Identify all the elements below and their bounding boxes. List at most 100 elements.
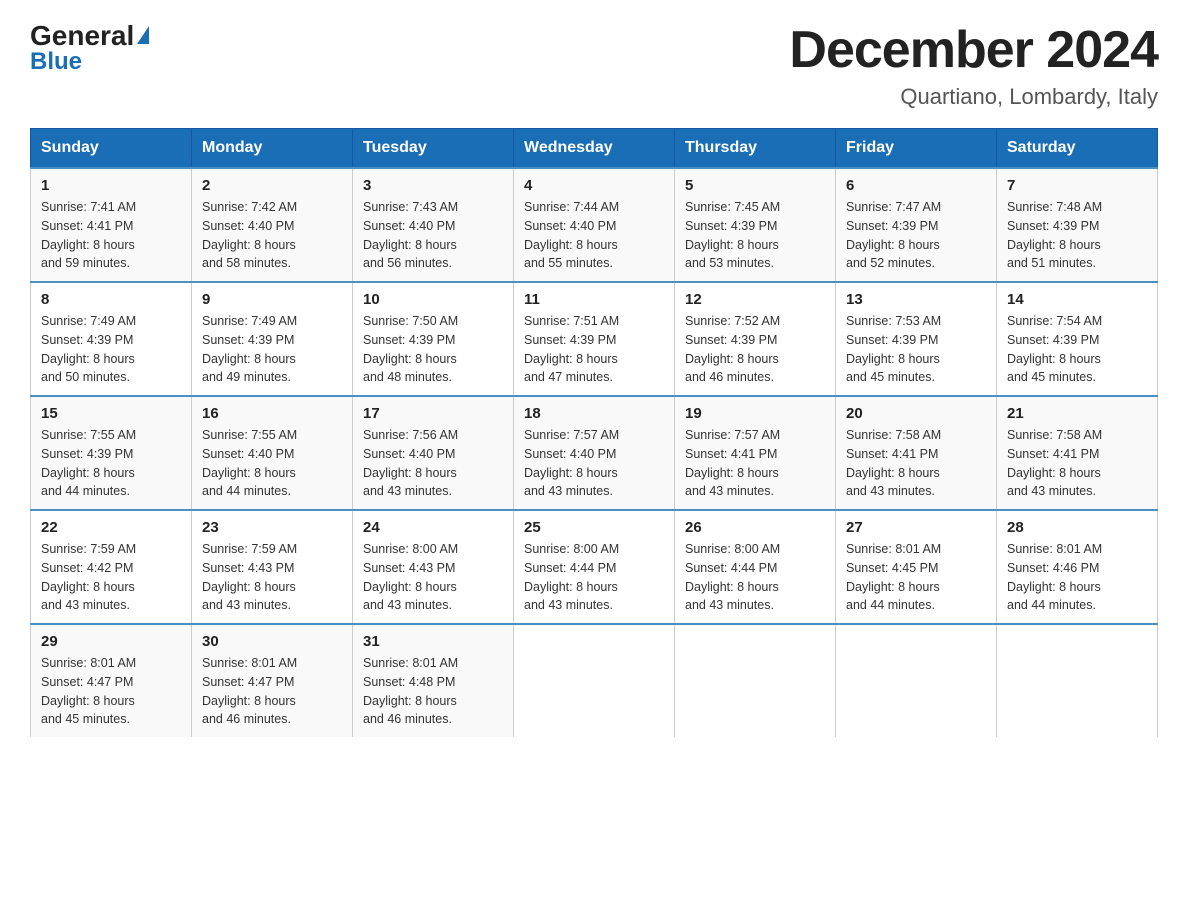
day-info: Sunrise: 8:01 AM Sunset: 4:45 PM Dayligh… [846, 540, 986, 615]
day-cell: 3 Sunrise: 7:43 AM Sunset: 4:40 PM Dayli… [353, 168, 514, 282]
day-number: 11 [524, 291, 664, 308]
day-number: 2 [202, 177, 342, 194]
day-header-sunday: Sunday [31, 129, 192, 169]
day-cell: 27 Sunrise: 8:01 AM Sunset: 4:45 PM Dayl… [836, 510, 997, 624]
day-cell [836, 624, 997, 737]
day-info: Sunrise: 7:41 AM Sunset: 4:41 PM Dayligh… [41, 198, 181, 273]
day-info: Sunrise: 7:59 AM Sunset: 4:43 PM Dayligh… [202, 540, 342, 615]
day-info: Sunrise: 7:48 AM Sunset: 4:39 PM Dayligh… [1007, 198, 1147, 273]
week-row-1: 1 Sunrise: 7:41 AM Sunset: 4:41 PM Dayli… [31, 168, 1158, 282]
day-number: 15 [41, 405, 181, 422]
logo-blue: Blue [30, 48, 82, 76]
day-info: Sunrise: 7:57 AM Sunset: 4:41 PM Dayligh… [685, 426, 825, 501]
day-number: 21 [1007, 405, 1147, 422]
day-number: 3 [363, 177, 503, 194]
days-of-week-row: SundayMondayTuesdayWednesdayThursdayFrid… [31, 129, 1158, 169]
day-info: Sunrise: 8:01 AM Sunset: 4:46 PM Dayligh… [1007, 540, 1147, 615]
day-info: Sunrise: 7:56 AM Sunset: 4:40 PM Dayligh… [363, 426, 503, 501]
day-header-tuesday: Tuesday [353, 129, 514, 169]
day-info: Sunrise: 7:53 AM Sunset: 4:39 PM Dayligh… [846, 312, 986, 387]
day-number: 1 [41, 177, 181, 194]
day-info: Sunrise: 7:55 AM Sunset: 4:39 PM Dayligh… [41, 426, 181, 501]
page-header: General Blue December 2024 Quartiano, Lo… [30, 20, 1158, 110]
day-number: 31 [363, 633, 503, 650]
calendar-title: December 2024 [789, 20, 1158, 80]
day-number: 4 [524, 177, 664, 194]
day-number: 20 [846, 405, 986, 422]
day-cell: 19 Sunrise: 7:57 AM Sunset: 4:41 PM Dayl… [675, 396, 836, 510]
day-number: 30 [202, 633, 342, 650]
day-cell: 21 Sunrise: 7:58 AM Sunset: 4:41 PM Dayl… [997, 396, 1158, 510]
day-number: 23 [202, 519, 342, 536]
day-number: 26 [685, 519, 825, 536]
day-cell: 15 Sunrise: 7:55 AM Sunset: 4:39 PM Dayl… [31, 396, 192, 510]
day-number: 5 [685, 177, 825, 194]
day-cell: 11 Sunrise: 7:51 AM Sunset: 4:39 PM Dayl… [514, 282, 675, 396]
week-row-2: 8 Sunrise: 7:49 AM Sunset: 4:39 PM Dayli… [31, 282, 1158, 396]
calendar-table: SundayMondayTuesdayWednesdayThursdayFrid… [30, 128, 1158, 737]
day-cell: 26 Sunrise: 8:00 AM Sunset: 4:44 PM Dayl… [675, 510, 836, 624]
day-cell: 18 Sunrise: 7:57 AM Sunset: 4:40 PM Dayl… [514, 396, 675, 510]
day-info: Sunrise: 7:43 AM Sunset: 4:40 PM Dayligh… [363, 198, 503, 273]
day-number: 29 [41, 633, 181, 650]
day-header-friday: Friday [836, 129, 997, 169]
day-cell: 9 Sunrise: 7:49 AM Sunset: 4:39 PM Dayli… [192, 282, 353, 396]
day-header-saturday: Saturday [997, 129, 1158, 169]
day-info: Sunrise: 7:50 AM Sunset: 4:39 PM Dayligh… [363, 312, 503, 387]
day-cell: 12 Sunrise: 7:52 AM Sunset: 4:39 PM Dayl… [675, 282, 836, 396]
day-header-thursday: Thursday [675, 129, 836, 169]
day-cell: 29 Sunrise: 8:01 AM Sunset: 4:47 PM Dayl… [31, 624, 192, 737]
day-info: Sunrise: 7:57 AM Sunset: 4:40 PM Dayligh… [524, 426, 664, 501]
day-info: Sunrise: 7:47 AM Sunset: 4:39 PM Dayligh… [846, 198, 986, 273]
title-section: December 2024 Quartiano, Lombardy, Italy [789, 20, 1158, 110]
calendar-header: SundayMondayTuesdayWednesdayThursdayFrid… [31, 129, 1158, 169]
day-info: Sunrise: 7:59 AM Sunset: 4:42 PM Dayligh… [41, 540, 181, 615]
day-header-wednesday: Wednesday [514, 129, 675, 169]
day-info: Sunrise: 7:55 AM Sunset: 4:40 PM Dayligh… [202, 426, 342, 501]
day-number: 19 [685, 405, 825, 422]
day-info: Sunrise: 8:01 AM Sunset: 4:47 PM Dayligh… [41, 654, 181, 729]
logo: General Blue [30, 20, 149, 76]
day-cell: 5 Sunrise: 7:45 AM Sunset: 4:39 PM Dayli… [675, 168, 836, 282]
day-cell: 13 Sunrise: 7:53 AM Sunset: 4:39 PM Dayl… [836, 282, 997, 396]
day-number: 27 [846, 519, 986, 536]
day-cell: 20 Sunrise: 7:58 AM Sunset: 4:41 PM Dayl… [836, 396, 997, 510]
day-cell: 6 Sunrise: 7:47 AM Sunset: 4:39 PM Dayli… [836, 168, 997, 282]
day-number: 13 [846, 291, 986, 308]
week-row-5: 29 Sunrise: 8:01 AM Sunset: 4:47 PM Dayl… [31, 624, 1158, 737]
day-info: Sunrise: 7:52 AM Sunset: 4:39 PM Dayligh… [685, 312, 825, 387]
day-info: Sunrise: 7:51 AM Sunset: 4:39 PM Dayligh… [524, 312, 664, 387]
day-number: 18 [524, 405, 664, 422]
day-cell: 1 Sunrise: 7:41 AM Sunset: 4:41 PM Dayli… [31, 168, 192, 282]
day-info: Sunrise: 8:01 AM Sunset: 4:48 PM Dayligh… [363, 654, 503, 729]
day-cell: 10 Sunrise: 7:50 AM Sunset: 4:39 PM Dayl… [353, 282, 514, 396]
logo-arrow-icon [137, 26, 149, 44]
day-cell: 2 Sunrise: 7:42 AM Sunset: 4:40 PM Dayli… [192, 168, 353, 282]
day-cell: 8 Sunrise: 7:49 AM Sunset: 4:39 PM Dayli… [31, 282, 192, 396]
day-number: 6 [846, 177, 986, 194]
day-cell: 16 Sunrise: 7:55 AM Sunset: 4:40 PM Dayl… [192, 396, 353, 510]
day-number: 17 [363, 405, 503, 422]
day-cell: 17 Sunrise: 7:56 AM Sunset: 4:40 PM Dayl… [353, 396, 514, 510]
day-cell: 24 Sunrise: 8:00 AM Sunset: 4:43 PM Dayl… [353, 510, 514, 624]
day-cell [997, 624, 1158, 737]
day-info: Sunrise: 8:01 AM Sunset: 4:47 PM Dayligh… [202, 654, 342, 729]
day-info: Sunrise: 7:49 AM Sunset: 4:39 PM Dayligh… [41, 312, 181, 387]
day-info: Sunrise: 7:42 AM Sunset: 4:40 PM Dayligh… [202, 198, 342, 273]
day-cell [514, 624, 675, 737]
day-number: 24 [363, 519, 503, 536]
day-info: Sunrise: 7:54 AM Sunset: 4:39 PM Dayligh… [1007, 312, 1147, 387]
week-row-4: 22 Sunrise: 7:59 AM Sunset: 4:42 PM Dayl… [31, 510, 1158, 624]
day-cell: 30 Sunrise: 8:01 AM Sunset: 4:47 PM Dayl… [192, 624, 353, 737]
day-info: Sunrise: 7:58 AM Sunset: 4:41 PM Dayligh… [1007, 426, 1147, 501]
day-cell: 23 Sunrise: 7:59 AM Sunset: 4:43 PM Dayl… [192, 510, 353, 624]
calendar-subtitle: Quartiano, Lombardy, Italy [789, 84, 1158, 110]
day-cell [675, 624, 836, 737]
day-number: 28 [1007, 519, 1147, 536]
day-cell: 14 Sunrise: 7:54 AM Sunset: 4:39 PM Dayl… [997, 282, 1158, 396]
day-info: Sunrise: 7:44 AM Sunset: 4:40 PM Dayligh… [524, 198, 664, 273]
day-number: 12 [685, 291, 825, 308]
day-number: 25 [524, 519, 664, 536]
day-number: 16 [202, 405, 342, 422]
day-header-monday: Monday [192, 129, 353, 169]
